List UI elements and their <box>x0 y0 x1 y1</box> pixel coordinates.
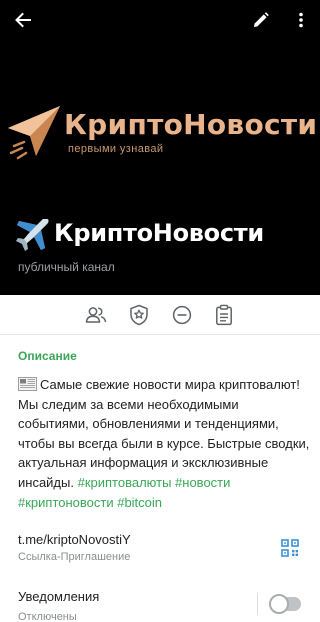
recent-actions-button[interactable] <box>212 303 236 327</box>
description-heading: Описание <box>18 349 77 363</box>
channel-header: КриптоНовости первыми узнавай КриптоНово… <box>0 0 320 295</box>
top-app-bar <box>0 0 320 40</box>
airplane-icon <box>16 219 49 251</box>
back-arrow-icon <box>15 12 31 28</box>
qr-code-icon[interactable] <box>281 539 299 557</box>
channel-type-label: публичный канал <box>18 260 115 274</box>
administrators-button[interactable] <box>127 303 151 327</box>
paper-plane-logo-icon <box>8 106 60 160</box>
recent-actions-clipboard-icon <box>216 304 232 326</box>
more-vertical-icon <box>299 12 303 28</box>
members-button[interactable] <box>84 303 108 327</box>
members-icon <box>85 307 107 323</box>
toggle-knob <box>269 594 289 614</box>
notifications-divider <box>257 593 258 615</box>
cover-logo-subtitle: первыми узнавай <box>68 143 164 155</box>
channel-cover-logo: КриптоНовости первыми узнавай <box>0 96 320 168</box>
invite-link-url[interactable]: t.me/kriptoNovostiY <box>18 532 131 547</box>
notifications-toggle[interactable] <box>269 594 301 614</box>
remove-circle-icon <box>172 305 192 325</box>
more-options-button[interactable] <box>287 6 315 34</box>
newspaper-icon <box>18 377 37 391</box>
back-button[interactable] <box>9 6 37 34</box>
removed-users-button[interactable] <box>170 303 194 327</box>
channel-name: КриптоНовости <box>54 219 264 247</box>
pencil-edit-icon <box>254 12 269 27</box>
invite-link-row[interactable]: t.me/kriptoNovostiY Ссылка-Приглашение <box>0 526 320 570</box>
description-text: Самые свежие новости мира криптовалют! М… <box>18 377 310 490</box>
channel-description: Самые свежие новости мира криптовалют! М… <box>18 375 312 512</box>
notifications-row[interactable]: Уведомления Отключены <box>0 585 320 622</box>
admins-shield-icon <box>130 304 148 326</box>
cover-logo-title: КриптоНовости <box>64 108 318 141</box>
channel-actions-bar <box>0 295 320 335</box>
edit-button[interactable] <box>247 6 275 34</box>
notifications-status: Отключены <box>18 611 77 622</box>
invite-link-label: Ссылка-Приглашение <box>18 551 131 563</box>
notifications-label: Уведомления <box>18 589 100 604</box>
